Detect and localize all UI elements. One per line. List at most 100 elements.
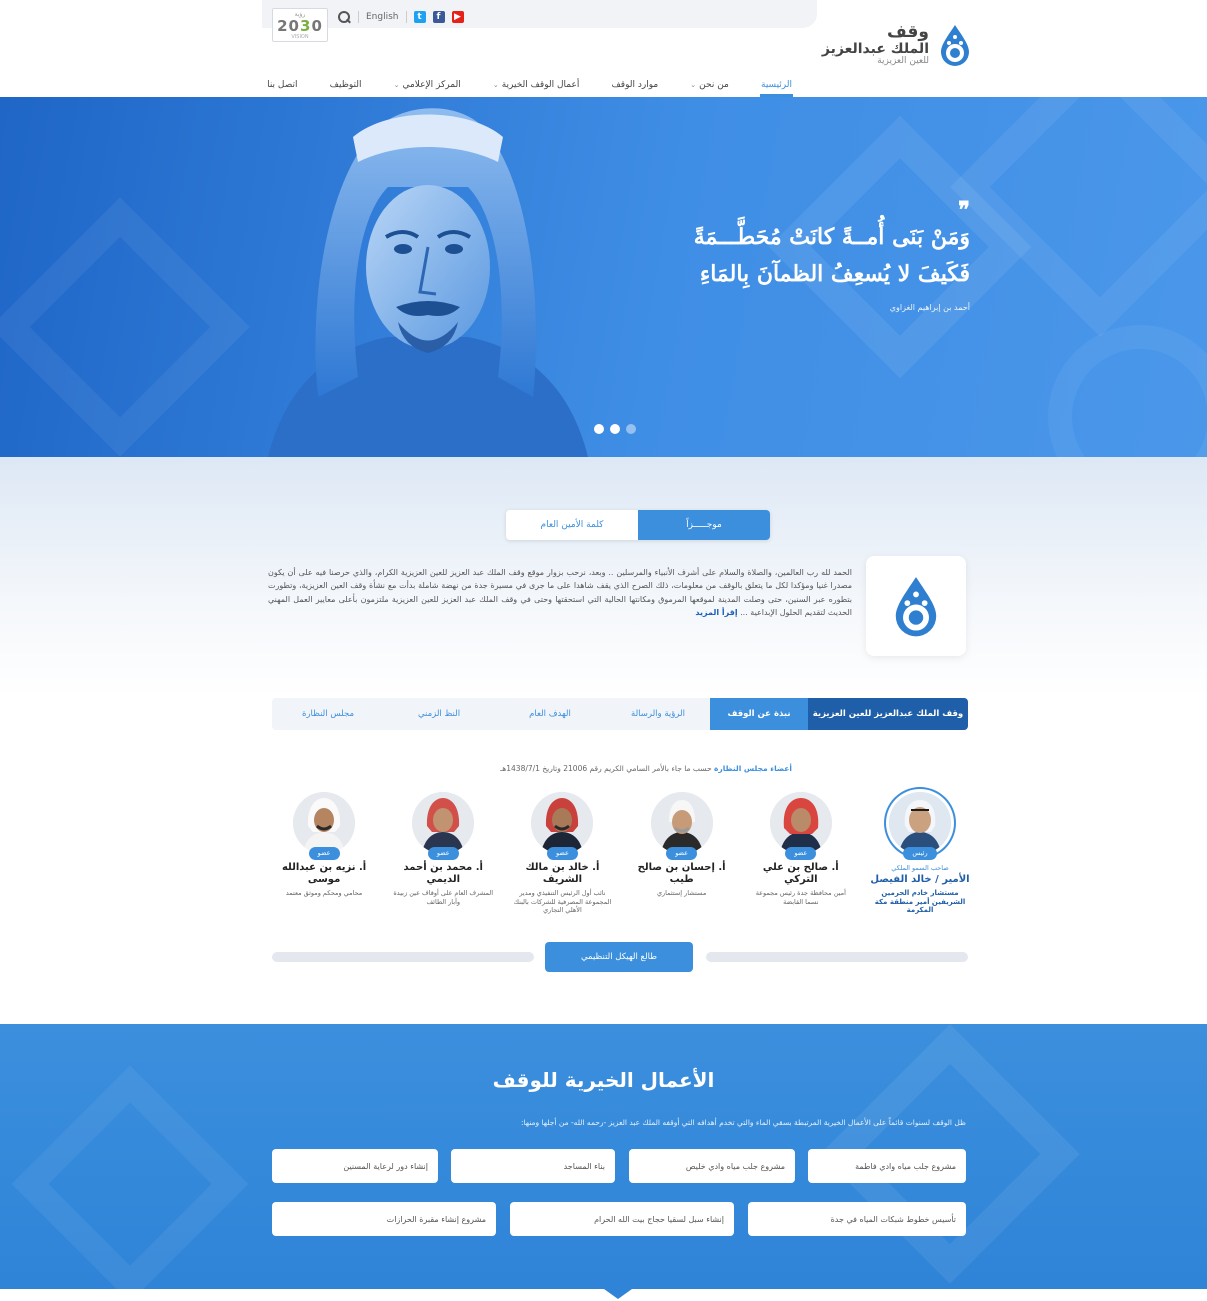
- king-portrait-image: [268, 108, 588, 457]
- member-name: أ. خالد بن مالك الشريف: [525, 862, 600, 885]
- member-card[interactable]: عضو أ. نزيه بن عبدالله موسى محامي ومحكم …: [272, 792, 376, 942]
- member-badge: عضو: [427, 847, 459, 860]
- nav-item-charity[interactable]: أعمال الوقف الخيرية ⌄: [488, 73, 585, 97]
- charity-description: ظل الوقف لسنوات قائماً على الأعمال الخير…: [520, 1118, 966, 1127]
- project-button[interactable]: مشروع جلب مياه وادي خليص: [629, 1149, 795, 1183]
- avatar: [412, 792, 475, 854]
- tab-vision-mission[interactable]: الرؤية والرسالة: [606, 698, 710, 730]
- member-badge: رئيس: [903, 847, 937, 860]
- member-role: محامي ومحكم وموثق معتمد: [285, 889, 363, 897]
- divider: [358, 11, 359, 23]
- intro-text: الحمد لله رب العالمين، والصلاة والسلام ع…: [268, 568, 852, 617]
- search-icon[interactable]: [337, 10, 351, 24]
- member-card[interactable]: عضو أ. إحسان بن صالح طيب مستشار إستثماري: [630, 792, 734, 942]
- member-role: المشرف العام على أوقاف عين زبيدة وآبار ا…: [393, 889, 494, 906]
- avatar: [769, 792, 832, 854]
- facebook-icon[interactable]: f: [432, 11, 445, 23]
- member-name: أ. نزيه بن عبدالله موسى: [281, 862, 367, 885]
- slider-dot[interactable]: [610, 424, 620, 434]
- member-role: نائب أول الرئيس التنفيذي ومدير المجموعة …: [513, 889, 612, 914]
- toggle-secretary-word[interactable]: كلمة الأمين العام: [506, 510, 638, 540]
- board-note-text: حسب ما جاء بالأمر السامي الكريم رقم 2100…: [500, 764, 712, 773]
- member-card[interactable]: عضو أ. محمد بن أحمد الديمي المشرف العام …: [391, 792, 495, 942]
- vision-logo-year: 2030: [277, 16, 323, 35]
- divider: [272, 952, 534, 962]
- member-badge: عضو: [308, 847, 340, 860]
- brand-logo[interactable]: وقف الملك عبدالعزيز للعين العزيزية: [808, 15, 973, 75]
- nav-item-home[interactable]: الرئيسية: [756, 73, 797, 97]
- read-more-link[interactable]: إقرأ المزيد: [695, 608, 737, 617]
- nav-item-contact[interactable]: اتصل بنا: [262, 73, 302, 97]
- nav-item-about[interactable]: من نحن ⌄: [685, 73, 734, 97]
- brand-text: وقف الملك عبدالعزيز للعين العزيزية: [822, 23, 929, 67]
- avatar: [531, 792, 594, 854]
- nav-item-media[interactable]: المركز الإعلامي ⌄: [389, 73, 466, 97]
- intro-toggle: موجـــــزاً كلمة الأمين العام: [506, 510, 770, 540]
- tab-board[interactable]: مجلس النظارة: [272, 698, 384, 730]
- member-card[interactable]: رئيس صاحب السمو الملكي الأمير / خالد الف…: [868, 792, 972, 942]
- charity-title: الأعمال الخيرية للوقف: [492, 1068, 715, 1092]
- org-structure-button[interactable]: طالع الهيكل التنظيمي: [545, 942, 693, 972]
- intro-paragraph: الحمد لله رب العالمين، والصلاة والسلام ع…: [268, 566, 852, 619]
- project-button[interactable]: مشروع جلب مياه وادي فاطمة: [808, 1149, 966, 1183]
- vision-logo-bottom: VISION: [291, 33, 309, 40]
- tab-endowment[interactable]: وقف الملك عبدالعزيز للعين العزيزية: [808, 698, 968, 730]
- quote-author: أحمد بن إبراهيم الغزاوي: [889, 303, 970, 312]
- youtube-icon[interactable]: ▶: [451, 11, 464, 23]
- board-note: أعضاء مجلس النظارة حسب ما جاء بالأمر الس…: [420, 764, 792, 773]
- language-switch[interactable]: English: [366, 12, 399, 22]
- toggle-summary[interactable]: موجـــــزاً: [638, 510, 770, 540]
- brand-line-3: للعين العزيزية: [877, 56, 929, 67]
- water-drop-logo-icon: [941, 25, 969, 66]
- twitter-icon[interactable]: t: [413, 11, 426, 23]
- tab-about[interactable]: نبذة عن الوقف: [710, 698, 808, 730]
- project-button[interactable]: تأسيس خطوط شبكات المياه في جدة: [748, 1202, 966, 1236]
- project-button[interactable]: إنشاء دور لرعاية المسنين: [272, 1149, 438, 1183]
- member-card[interactable]: عضو أ. خالد بن مالك الشريف نائب أول الرئ…: [510, 792, 614, 942]
- member-badge: عضو: [547, 847, 578, 860]
- board-members: رئيس صاحب السمو الملكي الأمير / خالد الف…: [272, 792, 972, 942]
- member-name: الأمير / خالد الفيصل: [870, 874, 970, 885]
- tab-goal[interactable]: الهدف العام: [494, 698, 606, 730]
- avatar: [889, 792, 951, 854]
- project-button[interactable]: إنشاء سبل لسقيا حجاج بيت الله الحرام: [510, 1202, 734, 1236]
- vision-2030-logo[interactable]: رؤية 2030 VISION: [272, 8, 328, 42]
- avatar: [293, 792, 356, 854]
- slider-dots: [594, 424, 636, 434]
- member-role: مستشار خادم الحرمين الشريفين أمير منطقة …: [874, 889, 966, 914]
- board-title: أعضاء مجلس النظارة: [714, 764, 792, 773]
- site-header: رؤية 2030 VISION English t f ▶ وقف الملك…: [0, 0, 1207, 97]
- project-button[interactable]: مشروع إنشاء مقبرة الحرازات: [272, 1202, 496, 1236]
- slider-dot[interactable]: [626, 424, 636, 434]
- project-button[interactable]: بناء المساجد: [451, 1149, 615, 1183]
- member-name: أ. محمد بن أحمد الديمي: [403, 862, 483, 885]
- member-prefix: صاحب السمو الملكي: [891, 864, 949, 872]
- water-drop-logo-icon: [895, 577, 937, 637]
- nav-item-jobs[interactable]: التوظيف: [325, 73, 367, 97]
- hero-pattern: [0, 97, 1207, 457]
- brand-line-1: وقف: [887, 22, 929, 43]
- divider: [405, 11, 407, 23]
- about-tabs: وقف الملك عبدالعزيز للعين العزيزية نبذة …: [272, 698, 968, 730]
- utility-bar: English t f ▶: [337, 6, 464, 28]
- member-badge: عضو: [785, 847, 817, 860]
- quote-line-1: وَمَنْ بَنَى أُمــةً كانَتْ مُحَطَّـــمَ…: [693, 224, 970, 250]
- member-badge: عضو: [666, 847, 698, 860]
- hero-slider: ❞ وَمَنْ بَنَى أُمــةً كانَتْ مُحَطَّـــ…: [0, 97, 1207, 457]
- brand-line-2: الملك عبدالعزيز: [821, 40, 929, 57]
- section-notch: [604, 1289, 632, 1299]
- main-nav: الرئيسية من نحن ⌄ موارد الوقف أعمال الوقف…: [262, 73, 797, 97]
- tab-timeline[interactable]: النظ الزمني: [384, 698, 494, 730]
- hero-quote: ❞ وَمَنْ بَنَى أُمــةً كانَتْ مُحَطَّـــ…: [620, 199, 970, 312]
- member-role: مستشار إستثماري: [656, 889, 707, 897]
- quote-line-2: فَكَيفَ لا يُسعِفُ الظمآنَ بِالمَاءِ: [699, 261, 970, 287]
- intro-logo-card: [866, 556, 966, 656]
- structure-row: طالع الهيكل التنظيمي: [272, 942, 968, 972]
- nav-item-resources[interactable]: موارد الوقف: [606, 73, 663, 97]
- member-card[interactable]: عضو أ. صالح بن علي التركي أمين محافظة جد…: [749, 792, 853, 942]
- avatar: [650, 792, 713, 854]
- slider-dot[interactable]: [594, 424, 604, 434]
- member-role: أمين محافظة جدة رئيس مجموعة نسما القابضة: [755, 889, 846, 906]
- chevron-down-icon: ⌄: [690, 81, 697, 89]
- divider: [706, 952, 968, 962]
